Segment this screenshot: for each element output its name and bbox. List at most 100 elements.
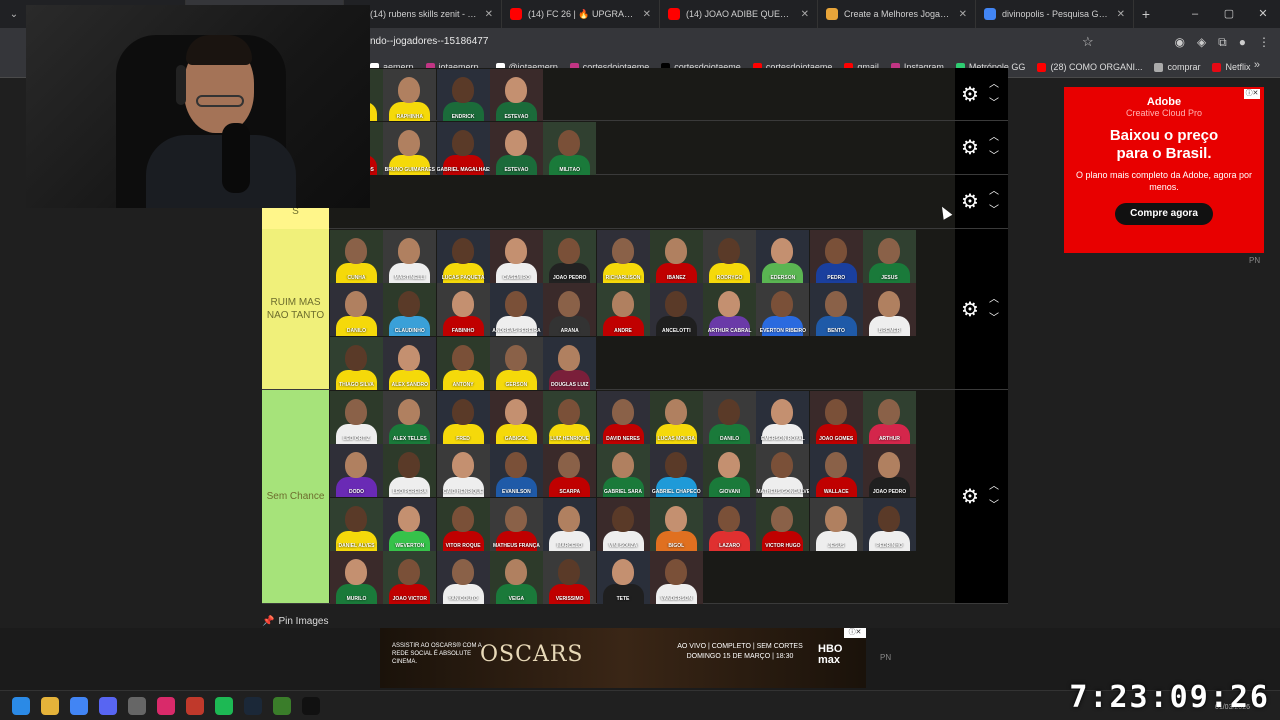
player-card[interactable]: ALEX TELLES — [383, 391, 437, 444]
player-card[interactable]: RICHARLISON — [596, 230, 650, 283]
move-up-chevron-icon[interactable]: ︿ — [989, 133, 999, 143]
ad-close-icon[interactable]: ⓘ✕ — [1244, 89, 1260, 99]
player-card[interactable]: ESTÊVÃO — [489, 122, 543, 175]
start-icon[interactable] — [12, 697, 30, 715]
settings-gear-icon[interactable]: ⚙ — [961, 192, 979, 212]
banner-close-icon[interactable]: ⓘ✕ — [844, 628, 866, 638]
player-card[interactable]: LÁZARO — [703, 497, 757, 551]
player-card[interactable]: VERÍSSIMO — [543, 550, 597, 604]
player-card[interactable]: JOÃO GOMES — [809, 391, 863, 444]
move-up-chevron-icon[interactable]: ︿ — [989, 79, 999, 90]
settings-gear-icon[interactable]: ⚙ — [961, 487, 979, 507]
player-card[interactable]: BENTO — [809, 283, 863, 337]
settings-gear-icon[interactable]: ⚙ — [961, 85, 979, 105]
player-card[interactable]: ESTÊVÃO — [489, 69, 543, 122]
ad-cta-button[interactable]: Compre agora — [1115, 203, 1213, 225]
player-card[interactable]: MURILO — [330, 550, 383, 604]
player-card[interactable]: DANILO — [703, 391, 757, 444]
move-down-chevron-icon[interactable]: ﹀ — [989, 152, 999, 162]
player-card[interactable]: GERSON — [489, 336, 543, 390]
player-card[interactable]: DAVID NERES — [596, 391, 650, 444]
player-card[interactable]: ARTHUR — [863, 391, 916, 444]
player-card[interactable]: EVERTON RIBEIRO — [756, 283, 810, 337]
player-card[interactable]: CUNHA — [330, 230, 383, 283]
player-card[interactable]: CASEMIRO — [489, 230, 543, 283]
pin-images-link[interactable]: 📌 Pin Images — [262, 616, 328, 627]
player-card[interactable]: FABINHO — [436, 283, 490, 337]
player-card[interactable]: ALEX SANDRO — [383, 336, 437, 390]
move-down-chevron-icon[interactable]: ﹀ — [989, 313, 999, 324]
settings-gear-icon[interactable]: ⚙ — [961, 300, 979, 320]
bookmark-item[interactable]: comprar — [1154, 62, 1200, 72]
tab-close-icon[interactable]: ✕ — [801, 9, 809, 20]
move-down-chevron-icon[interactable]: ﹀ — [989, 501, 999, 511]
move-up-chevron-icon[interactable]: ︿ — [989, 187, 999, 197]
player-card[interactable]: GABRIEL SARA — [596, 444, 650, 498]
player-card[interactable]: JESUS — [863, 230, 916, 283]
player-card[interactable]: LEO ORTIZ — [330, 391, 383, 444]
player-card[interactable]: SCARPA — [543, 444, 597, 498]
browser-tab[interactable]: divinopolis - Pesquisa Google ✕ — [976, 0, 1134, 28]
bookmark-item[interactable]: Netflix — [1212, 62, 1250, 72]
player-card[interactable]: PEDRINHO — [863, 497, 916, 551]
player-card[interactable]: VITOR ROQUE — [436, 497, 490, 551]
adobe-ad[interactable]: ⓘ✕ Adobe Creative Cloud Pro Baixou o pre… — [1064, 87, 1264, 253]
player-card[interactable]: WALLACE — [809, 444, 863, 498]
player-card[interactable]: VEIGA — [489, 550, 543, 604]
url-field[interactable]: ndo--jogadores--15186477 — [370, 32, 488, 52]
player-card[interactable]: MARTINELLI — [383, 230, 437, 283]
spotify-icon[interactable] — [215, 697, 233, 715]
app-icon[interactable] — [302, 697, 320, 715]
player-card[interactable]: DOUGLAS LUIZ — [543, 336, 597, 390]
player-card[interactable]: DANIEL ALVES — [330, 497, 383, 551]
tier-label[interactable]: Sem Chance — [262, 390, 329, 603]
player-card[interactable]: BRUNO GUIMARÃES — [383, 122, 437, 175]
player-card[interactable]: GABIGOL — [489, 391, 543, 444]
move-down-chevron-icon[interactable]: ﹀ — [989, 206, 999, 216]
player-card[interactable]: GABRIEL MAGALHÃES — [436, 122, 490, 175]
player-card[interactable]: JOÃO PEDRO — [543, 230, 597, 283]
minimize-button[interactable]: – — [1178, 0, 1212, 28]
tab-close-icon[interactable]: ✕ — [959, 9, 967, 20]
discord-icon[interactable] — [99, 697, 117, 715]
profile-icon[interactable]: ● — [1239, 32, 1246, 52]
player-card[interactable]: ANDRÉ — [596, 283, 650, 337]
browser-tab[interactable]: (14) FC 26 | 🔥 UPGRADE FANTA ✕ — [502, 0, 660, 28]
player-card[interactable]: ARANA — [543, 283, 597, 337]
player-card[interactable]: DODÔ — [330, 444, 383, 498]
tier-label[interactable]: S — [262, 207, 329, 229]
player-card[interactable]: LUCAS MOURA — [649, 391, 703, 444]
chrome-icon[interactable] — [70, 697, 88, 715]
bookmarks-overflow-icon[interactable]: » — [1254, 59, 1260, 71]
browser-tab[interactable]: Create a Melhores Jogadores D ✕ — [818, 0, 976, 28]
file-explorer-icon[interactable] — [41, 697, 59, 715]
player-card[interactable]: LUCAS PAQUETÁ — [436, 230, 490, 283]
app-icon[interactable] — [186, 697, 204, 715]
new-tab-button[interactable]: + — [1134, 6, 1158, 22]
player-card[interactable]: VINI SOUZA — [596, 497, 650, 551]
player-card[interactable]: LUIZ HENRIQUE — [543, 391, 597, 444]
player-card[interactable]: BIGOL — [649, 497, 703, 551]
obs-icon[interactable] — [128, 697, 146, 715]
player-card[interactable]: WEVERTON — [383, 497, 437, 551]
tier-label[interactable]: RUIM MAS NAO TANTO — [262, 229, 329, 389]
player-card[interactable]: ARTHUR CABRAL — [703, 283, 757, 337]
player-card[interactable]: ANDREAS PEREIRA — [489, 283, 543, 337]
bookmark-item[interactable]: (28) COMO ORGANI... — [1037, 62, 1142, 72]
player-card[interactable]: VICTOR HUGO — [756, 497, 810, 551]
player-card[interactable]: MATHEUS GONCALVES — [756, 444, 810, 498]
player-card[interactable]: GABRIEL CHAPECO — [649, 444, 703, 498]
maximize-button[interactable]: ▢ — [1212, 0, 1246, 28]
player-card[interactable]: YAN COUTO — [436, 550, 490, 604]
steam-icon[interactable] — [244, 697, 262, 715]
move-down-chevron-icon[interactable]: ﹀ — [989, 98, 999, 109]
player-card[interactable]: GIOVANI — [703, 444, 757, 498]
close-window-button[interactable]: ✕ — [1246, 0, 1280, 28]
settings-gear-icon[interactable]: ⚙ — [961, 138, 979, 158]
player-card[interactable]: JOAO PEDRO — [863, 444, 916, 498]
player-card[interactable]: PEDRO — [809, 230, 863, 283]
player-card[interactable]: CLAUDINHO — [383, 283, 437, 337]
app-icon[interactable] — [273, 697, 291, 715]
extension-icon[interactable]: ◈ — [1197, 32, 1206, 52]
player-card[interactable]: JOÃO VICTOR — [383, 550, 437, 604]
